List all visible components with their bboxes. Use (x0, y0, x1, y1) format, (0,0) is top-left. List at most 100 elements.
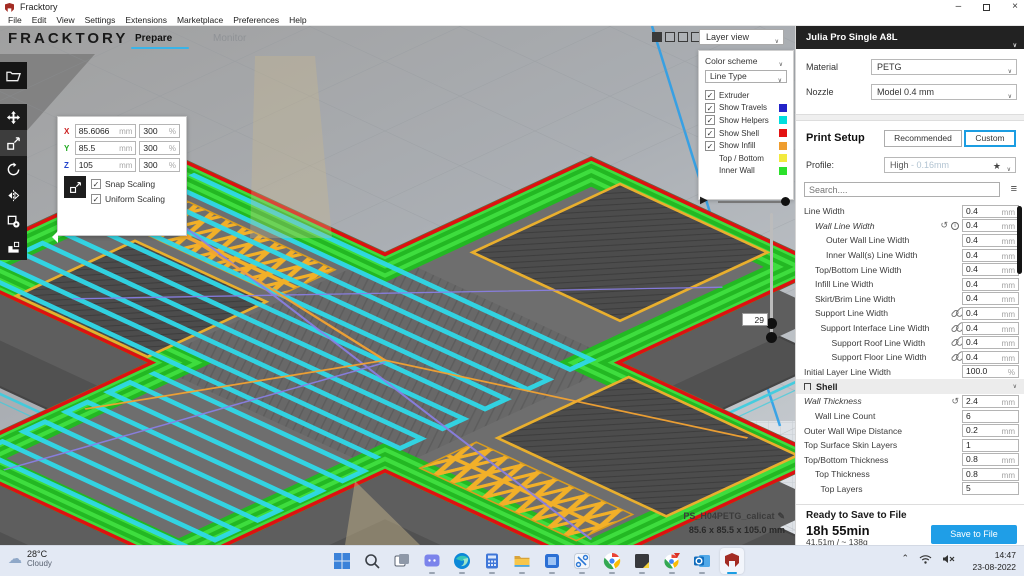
menu-item-help[interactable]: Help (285, 14, 310, 25)
taskbar-fracktory-icon[interactable] (720, 548, 744, 574)
menu-item-file[interactable]: File (4, 14, 26, 25)
view-front-icon[interactable] (665, 32, 675, 42)
link-icon[interactable] (950, 323, 959, 332)
setting-row[interactable]: Wall Line Width ↺ 0.4mm (796, 219, 1024, 234)
material-dropdown[interactable]: PETG∨ (871, 59, 1017, 75)
play-button[interactable]: ▶ (700, 195, 708, 206)
layer-slider-handle-bottom[interactable] (766, 332, 777, 343)
color-scheme-header[interactable]: Color scheme∨ (705, 56, 787, 66)
tab-prepare[interactable]: Prepare (135, 33, 172, 44)
info-icon[interactable] (951, 222, 959, 230)
setting-row[interactable]: Outer Wall Line Width 0.4mm (796, 233, 1024, 248)
path-slider-handle[interactable] (781, 197, 790, 206)
menu-item-settings[interactable]: Settings (81, 14, 120, 25)
custom-tab[interactable]: Custom (964, 130, 1016, 147)
recommended-tab[interactable]: Recommended (884, 130, 962, 147)
taskbar-chrome-updater-icon[interactable] (660, 548, 684, 574)
path-slider[interactable] (718, 201, 788, 203)
menu-item-marketplace[interactable]: Marketplace (173, 14, 227, 25)
legend-checkbox[interactable] (705, 128, 715, 138)
setting-row[interactable]: Outer Wall Wipe Distance 0.2mm (796, 423, 1024, 438)
setting-row[interactable]: Line Width 0.4mm (796, 204, 1024, 219)
scene-3d-render[interactable] (0, 26, 795, 545)
view-mode-dropdown[interactable]: Layer view∨ (699, 29, 784, 45)
taskbar-task-view-icon[interactable] (390, 548, 414, 574)
weather-widget[interactable]: ☁ 28°C Cloudy (8, 549, 52, 568)
setting-row[interactable]: Wall Line Count 6 (796, 409, 1024, 424)
save-to-file-button[interactable]: Save to File (931, 525, 1017, 544)
viewport-3d[interactable]: FRACKTORY Prepare Monitor Layer view∨ X … (0, 26, 795, 545)
taskbar-search-icon[interactable] (360, 548, 384, 574)
settings-section-header[interactable]: Shell ∨ (796, 379, 1024, 394)
setting-row[interactable]: Top Layers 5 (796, 482, 1024, 497)
volume-muted-icon[interactable] (942, 554, 956, 564)
profile-dropdown[interactable]: High - 0.16mm ★ ∨ (884, 157, 1016, 173)
taskbar-start-icon[interactable] (330, 548, 354, 574)
view-top-icon[interactable] (678, 32, 688, 42)
taskbar-file-explorer-icon[interactable] (510, 548, 534, 574)
edit-name-icon[interactable]: ✎ (777, 511, 785, 521)
taskbar-app-blue-icon[interactable] (540, 548, 564, 574)
link-icon[interactable] (950, 338, 959, 347)
taskbar-snipping-tool-icon[interactable] (570, 548, 594, 574)
tray-overflow-icon[interactable]: ⌃ (901, 553, 909, 564)
taskbar-edge-icon[interactable] (450, 548, 474, 574)
scale-tool-button[interactable] (0, 130, 27, 156)
setting-row[interactable]: Inner Wall(s) Line Width 0.4mm (796, 248, 1024, 263)
setting-row[interactable]: Support Floor Line Width 0.4mm (796, 350, 1024, 365)
menu-item-extensions[interactable]: Extensions (121, 14, 171, 25)
setting-row[interactable]: Top Thickness 0.8mm (796, 467, 1024, 482)
taskbar-sticky-notes-icon[interactable] (630, 548, 654, 574)
close-button[interactable]: × (1012, 1, 1018, 13)
link-icon[interactable] (950, 309, 959, 318)
legend-checkbox[interactable] (705, 103, 715, 113)
setting-row[interactable]: Top/Bottom Line Width 0.4mm (796, 262, 1024, 277)
scale-percent-input[interactable]: 300% (139, 158, 180, 172)
scale-value-input[interactable]: 105mm (75, 158, 137, 172)
setting-row[interactable]: Wall Thickness ↺ 2.4mm (796, 394, 1024, 409)
setting-row[interactable]: Skirt/Brim Line Width 0.4mm (796, 292, 1024, 307)
clock[interactable]: 14:47 23-08-2022 (973, 549, 1016, 573)
uniform-scaling-checkbox[interactable] (91, 194, 101, 204)
wifi-icon[interactable] (919, 554, 932, 564)
support-blocker-tool-button[interactable] (0, 234, 27, 260)
model-name[interactable]: PS_H04PETG_calicat✎ (683, 511, 785, 522)
printer-selector[interactable]: Julia Pro Single A8L∨ (796, 26, 1024, 49)
taskbar-chrome-icon[interactable] (600, 548, 624, 574)
taskbar-calculator-icon[interactable] (480, 548, 504, 574)
nozzle-dropdown[interactable]: Model 0.4 mm∨ (871, 84, 1017, 100)
mirror-tool-button[interactable] (0, 182, 27, 208)
menu-item-edit[interactable]: Edit (28, 14, 51, 25)
setting-row[interactable]: Support Interface Line Width 0.4mm (796, 321, 1024, 336)
legend-checkbox[interactable] (705, 90, 715, 100)
per-model-settings-tool-button[interactable] (0, 208, 27, 234)
menu-item-preferences[interactable]: Preferences (229, 14, 283, 25)
scale-percent-input[interactable]: 300% (139, 124, 180, 138)
reset-icon[interactable]: ↺ (940, 221, 948, 230)
setting-row[interactable]: Support Roof Line Width 0.4mm (796, 335, 1024, 350)
minimize-button[interactable]: – (956, 1, 962, 13)
search-input[interactable] (804, 182, 1000, 197)
legend-checkbox[interactable] (705, 115, 715, 125)
setting-row[interactable]: Support Line Width 0.4mm (796, 306, 1024, 321)
setting-row[interactable]: Top Surface Skin Layers 1 (796, 438, 1024, 453)
scale-value-input[interactable]: 85.5mm (75, 141, 137, 155)
maximize-button[interactable] (983, 4, 990, 11)
legend-checkbox[interactable] (705, 141, 715, 151)
rotate-tool-button[interactable] (0, 156, 27, 182)
window-titlebar[interactable]: Fracktory – × (0, 0, 1024, 14)
move-tool-button[interactable] (0, 104, 27, 130)
reset-icon[interactable]: ↺ (951, 397, 959, 406)
link-icon[interactable] (950, 353, 959, 362)
scale-percent-input[interactable]: 300% (139, 141, 180, 155)
setting-row[interactable]: Top/Bottom Thickness 0.8mm (796, 453, 1024, 468)
view-3d-icon[interactable] (652, 32, 662, 42)
settings-menu-icon[interactable]: ≡ (1011, 183, 1017, 195)
taskbar-teams-chat-icon[interactable] (420, 548, 444, 574)
star-icon[interactable]: ★ (993, 159, 1001, 173)
tab-monitor[interactable]: Monitor (213, 33, 246, 44)
scale-value-input[interactable]: 85.6066mm (75, 124, 137, 138)
open-file-button[interactable] (0, 62, 27, 89)
scrollbar[interactable] (1017, 206, 1022, 274)
line-type-dropdown[interactable]: Line Type∨ (705, 70, 787, 83)
